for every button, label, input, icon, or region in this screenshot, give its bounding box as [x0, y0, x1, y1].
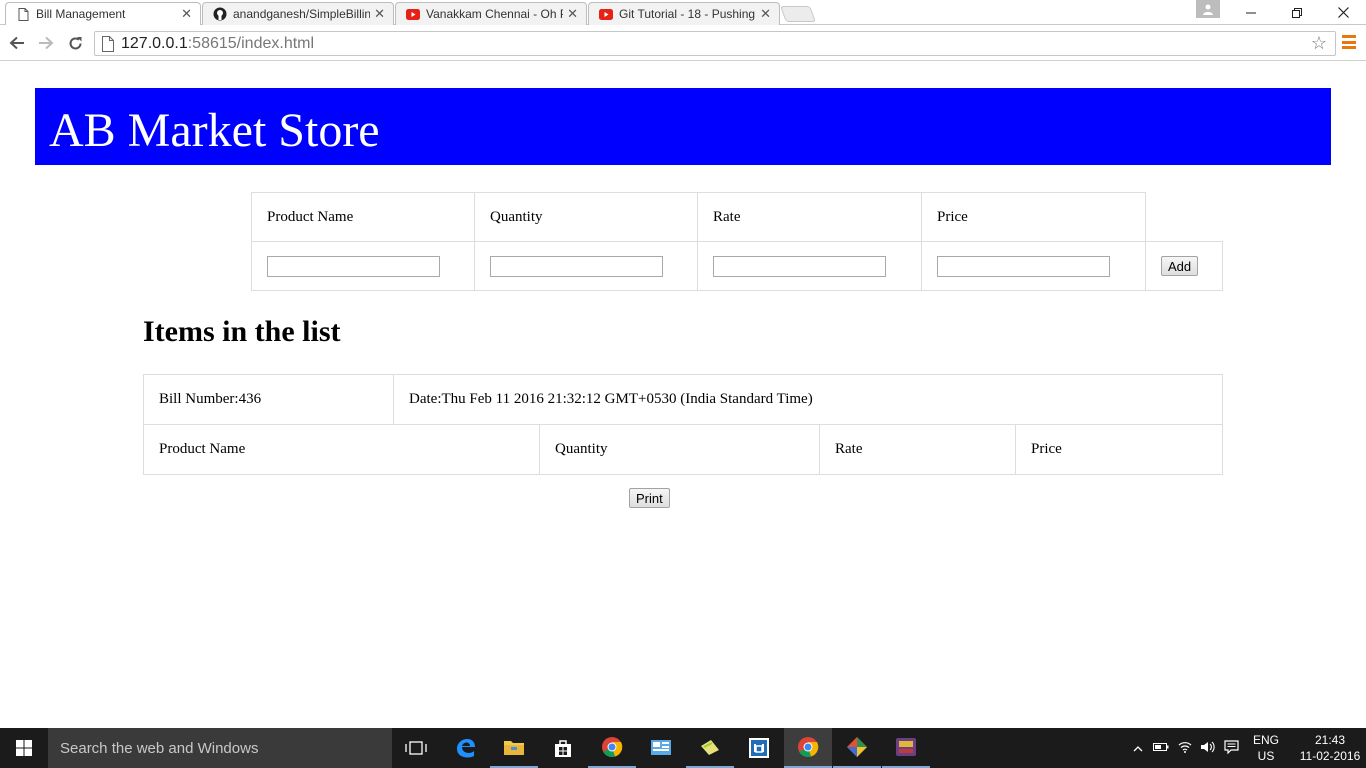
game-app-icon[interactable]: [882, 728, 930, 768]
tab-title: Git Tutorial - 18 - Pushing: [619, 7, 756, 21]
windows-taskbar: Search the web and Windows ENG US 21:43 …: [0, 728, 1366, 768]
document-icon: [16, 7, 30, 21]
print-button[interactable]: Print: [629, 488, 670, 508]
address-bar[interactable]: 127.0.0.1:58615/index.html ☆: [94, 31, 1336, 56]
taskbar-search-box[interactable]: Search the web and Windows: [48, 728, 392, 768]
tab-title: Bill Management: [36, 7, 126, 21]
browser-toolbar: 127.0.0.1:58615/index.html ☆: [0, 25, 1366, 61]
header-quantity: Quantity: [474, 192, 698, 242]
list-header-product-name: Product Name: [143, 424, 540, 475]
tab-bill-management[interactable]: Bill Management ✕: [5, 2, 201, 25]
chrome-icon[interactable]: [588, 728, 636, 768]
bill-info-table: Bill Number:436 Date:Thu Feb 11 2016 21:…: [143, 374, 1223, 425]
file-explorer-icon[interactable]: [490, 728, 538, 768]
clock-time: 21:43: [1314, 733, 1346, 747]
minimize-icon[interactable]: [1228, 5, 1274, 21]
windows-logo-icon: [16, 740, 32, 756]
bill-date: Date:Thu Feb 11 2016 21:32:12 GMT+0530 (…: [393, 374, 1223, 425]
window-controls: [1228, 0, 1366, 25]
clock-date: 11-02-2016: [1299, 749, 1361, 763]
reload-icon[interactable]: [65, 33, 85, 53]
url-path: :58615/index.html: [187, 34, 315, 52]
chrome-active-icon[interactable]: [784, 728, 832, 768]
restore-icon[interactable]: [1274, 5, 1320, 21]
youtube-icon: [406, 7, 420, 21]
profile-button[interactable]: [1196, 0, 1220, 18]
tab-github[interactable]: anandganesh/SimpleBillin ✕: [202, 2, 394, 25]
region-code: US: [1257, 749, 1275, 763]
page-viewport: AB Market Store Product Name Quantity Ra…: [0, 62, 1366, 728]
header-product-name: Product Name: [251, 192, 475, 242]
tab-title: Vanakkam Chennai - Oh P: [426, 7, 564, 21]
close-icon[interactable]: ✕: [181, 6, 192, 22]
menu-icon[interactable]: [1342, 35, 1356, 49]
page-icon: [102, 35, 114, 52]
new-tab-button[interactable]: [780, 6, 816, 22]
github-icon: [213, 7, 227, 21]
edge-icon[interactable]: [441, 728, 489, 768]
language-indicator[interactable]: ENG US: [1248, 732, 1284, 764]
add-button[interactable]: Add: [1161, 256, 1199, 276]
header-price: Price: [921, 192, 1146, 242]
person-icon: [1203, 4, 1213, 15]
list-header-price: Price: [1015, 424, 1223, 475]
tab-vanakkam-chennai[interactable]: Vanakkam Chennai - Oh P ✕: [395, 2, 587, 25]
battery-icon[interactable]: [1148, 741, 1174, 755]
youtube-icon: [599, 7, 613, 21]
store-icon[interactable]: [539, 728, 587, 768]
store-title: AB Market Store: [35, 88, 1331, 165]
task-view-icon[interactable]: [392, 728, 440, 768]
tab-strip: Bill Management ✕ anandganesh/SimpleBill…: [0, 0, 1366, 25]
notification-icon[interactable]: [1218, 739, 1244, 757]
items-list-heading: Items in the list: [143, 315, 341, 348]
list-header-rate: Rate: [819, 424, 1016, 475]
language-code: ENG: [1252, 733, 1279, 747]
clock[interactable]: 21:43 11-02-2016: [1290, 732, 1366, 764]
product-entry-table: Product Name Quantity Rate Price Add: [251, 192, 1223, 291]
close-icon[interactable]: ✕: [567, 6, 578, 22]
wifi-icon[interactable]: [1174, 741, 1196, 756]
forward-arrow-icon[interactable]: [36, 33, 56, 53]
list-header-quantity: Quantity: [539, 424, 820, 475]
tab-git-tutorial[interactable]: Git Tutorial - 18 - Pushing ✕: [588, 2, 780, 25]
close-window-icon[interactable]: [1320, 5, 1366, 21]
rate-input[interactable]: [713, 255, 886, 277]
bookmark-star-icon[interactable]: ☆: [1311, 33, 1327, 54]
product-name-input[interactable]: [267, 255, 440, 277]
back-arrow-icon[interactable]: [7, 33, 27, 53]
control-panel-icon[interactable]: [637, 728, 685, 768]
system-tray: ENG US 21:43 11-02-2016: [1128, 728, 1366, 768]
close-icon[interactable]: ✕: [760, 6, 771, 22]
sticky-notes-icon[interactable]: [686, 728, 734, 768]
git-icon[interactable]: [833, 728, 881, 768]
volume-icon[interactable]: [1196, 741, 1218, 756]
chevron-up-icon[interactable]: [1128, 741, 1148, 755]
code-editor-icon[interactable]: [735, 728, 783, 768]
close-icon[interactable]: ✕: [374, 6, 385, 22]
url-host: 127.0.0.1: [121, 34, 188, 52]
quantity-input[interactable]: [490, 255, 663, 277]
search-placeholder: Search the web and Windows: [60, 739, 259, 757]
items-table: Product Name Quantity Rate Price: [143, 424, 1223, 475]
price-input[interactable]: [937, 255, 1110, 277]
header-rate: Rate: [697, 192, 922, 242]
bill-number: Bill Number:436: [143, 374, 394, 425]
tab-title: anandganesh/SimpleBillin: [233, 7, 371, 21]
start-button[interactable]: [0, 728, 48, 768]
